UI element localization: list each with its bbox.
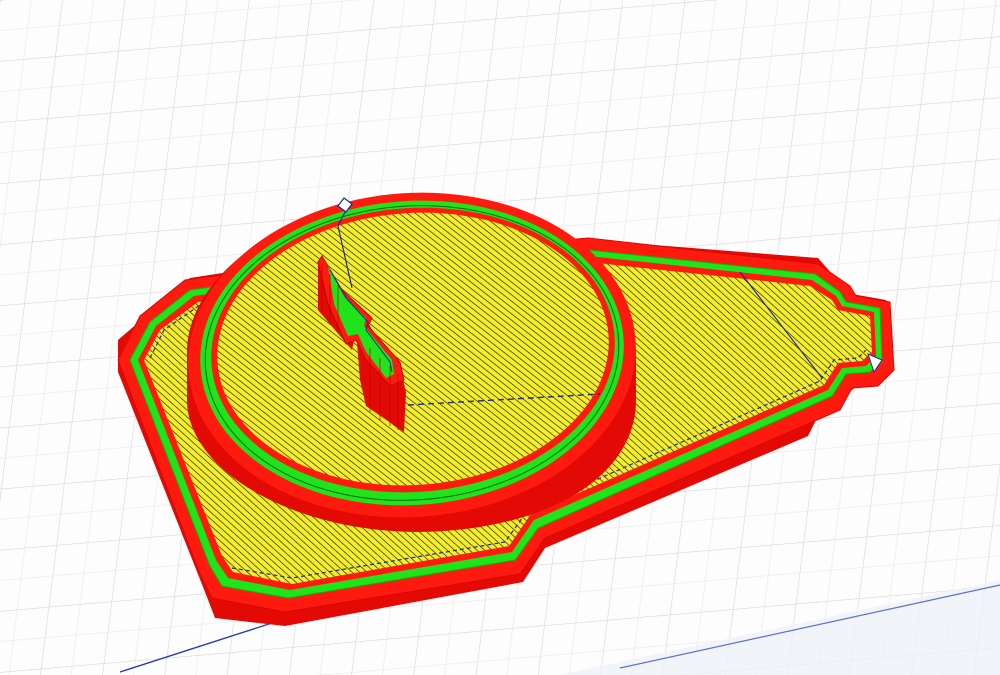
3d-preview-viewport[interactable] (0, 0, 1000, 675)
preview-canvas[interactable] (0, 0, 1000, 675)
